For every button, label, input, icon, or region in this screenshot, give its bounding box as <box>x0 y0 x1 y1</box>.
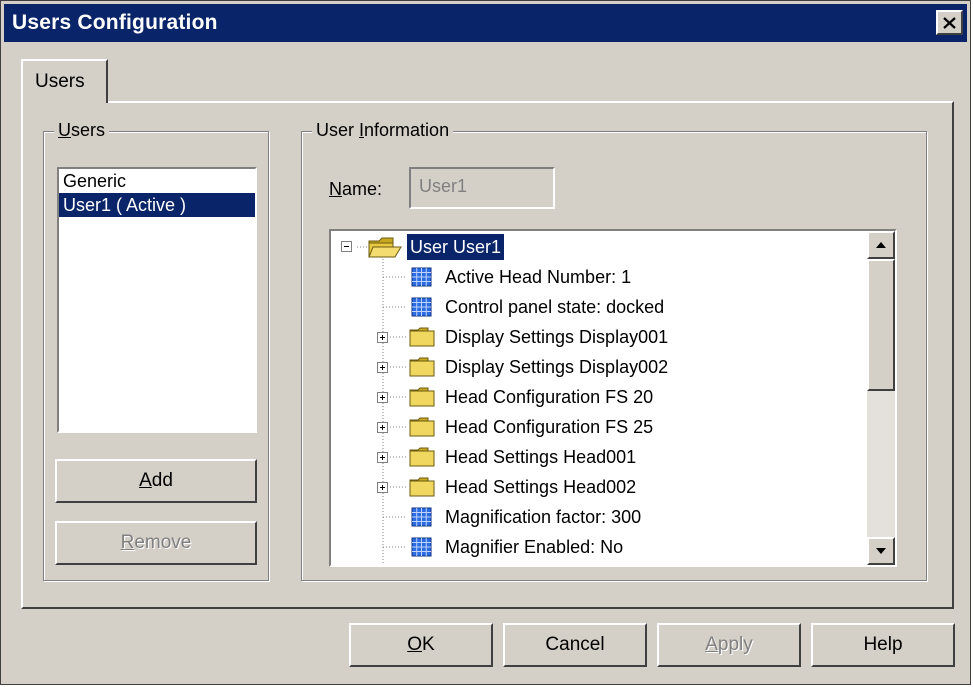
tab-users[interactable]: Users <box>21 59 108 103</box>
setting-icon <box>411 507 432 527</box>
tree-node[interactable]: Active Head Number: 1 <box>445 262 631 292</box>
users-configuration-dialog: Users Configuration Users Users Generic … <box>0 0 971 685</box>
setting-icon <box>411 537 432 557</box>
setting-icon <box>411 267 432 287</box>
tree-node[interactable]: Magnification factor: 300 <box>445 502 641 532</box>
scroll-thumb[interactable] <box>867 259 895 391</box>
cancel-button[interactable]: Cancel <box>503 623 647 667</box>
add-button[interactable]: Add <box>55 459 257 503</box>
expand-toggle[interactable] <box>377 332 388 343</box>
users-listbox[interactable]: Generic User1 ( Active ) <box>57 167 257 433</box>
apply-button[interactable]: Apply <box>657 623 801 667</box>
tree-root-node[interactable]: User User1 <box>405 232 506 262</box>
users-group-label: Users <box>54 120 110 141</box>
folder-icon <box>409 357 435 377</box>
tree-node[interactable]: Control panel state: docked <box>445 292 664 322</box>
tree-node[interactable]: Head Settings Head002 <box>445 472 636 502</box>
close-button[interactable] <box>936 10 963 35</box>
help-button[interactable]: Help <box>811 623 955 667</box>
folder-icon <box>409 327 435 347</box>
remove-button[interactable]: Remove <box>55 521 257 565</box>
setting-icon <box>411 297 432 317</box>
arrow-up-icon <box>876 242 886 248</box>
arrow-down-icon <box>876 548 886 554</box>
expand-toggle[interactable] <box>377 482 388 493</box>
expand-toggle[interactable] <box>377 362 388 373</box>
ok-button[interactable]: OK <box>349 623 493 667</box>
expand-toggle[interactable] <box>377 392 388 403</box>
name-field[interactable]: User1 <box>409 167 555 209</box>
collapse-root-toggle[interactable] <box>341 241 352 252</box>
expand-toggle[interactable] <box>377 452 388 463</box>
folder-icon <box>409 447 435 467</box>
folder-icon <box>409 477 435 497</box>
window-title: Users Configuration <box>12 11 218 34</box>
title-bar[interactable]: Users Configuration <box>4 4 967 42</box>
close-icon <box>943 16 956 29</box>
tab-users-label: Users <box>35 71 85 92</box>
expand-toggle[interactable] <box>377 422 388 433</box>
tree-node[interactable]: Head Configuration FS 25 <box>445 412 653 442</box>
tree-connector-lines <box>357 246 407 565</box>
tree-node[interactable]: Display Settings Display001 <box>445 322 668 352</box>
tree-node[interactable]: Head Settings Head001 <box>445 442 636 472</box>
name-label: Name: <box>329 179 383 199</box>
tree-scrollbar[interactable] <box>867 231 895 565</box>
tree-node[interactable]: Magnifier Enabled: No <box>445 532 623 562</box>
folder-icon <box>409 387 435 407</box>
settings-tree[interactable]: User User1 Active Head Number: 1 Control … <box>329 229 897 567</box>
user-information-group-label: User Information <box>312 120 454 141</box>
scroll-up-button[interactable] <box>867 231 895 259</box>
open-folder-icon <box>368 237 402 258</box>
list-item-generic[interactable]: Generic <box>59 169 255 193</box>
scroll-down-button[interactable] <box>867 537 895 565</box>
list-item-user1[interactable]: User1 ( Active ) <box>59 193 255 217</box>
folder-icon <box>409 417 435 437</box>
tree-node[interactable]: Display Settings Display002 <box>445 352 668 382</box>
tree-node[interactable]: Head Configuration FS 20 <box>445 382 653 412</box>
